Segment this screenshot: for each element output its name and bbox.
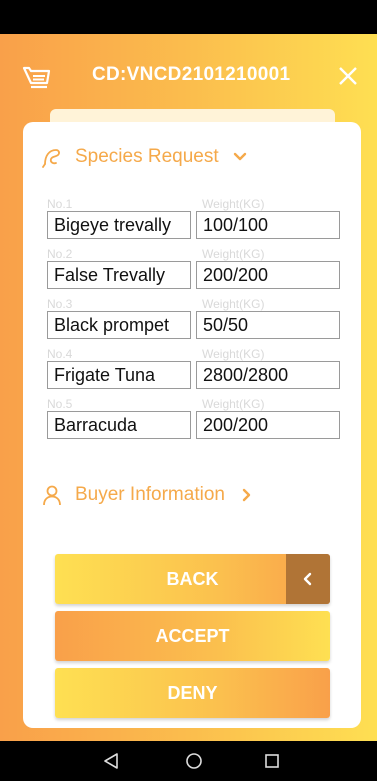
species-row: No.3 Weight(KG) Black prompet 50/50 [47, 297, 347, 343]
accept-button[interactable]: ACCEPT [55, 611, 330, 661]
chevron-left-icon[interactable] [286, 554, 330, 604]
fish-icon [42, 149, 60, 168]
species-name-field[interactable]: Bigeye trevally [47, 211, 191, 239]
row-number-label: No.4 [47, 347, 73, 361]
deny-button-label: DENY [167, 682, 218, 703]
species-weight-field[interactable]: 50/50 [196, 311, 340, 339]
person-icon [43, 485, 61, 506]
order-code-title: CD:VNCD2101210001 [92, 64, 291, 85]
back-button-label: BACK [166, 568, 219, 589]
app-screen: CD:VNCD2101210001 Species Request No.1 W… [0, 34, 377, 741]
header: CD:VNCD2101210001 [0, 34, 377, 120]
buyer-information-title: Buyer Information [75, 484, 225, 505]
species-weight-field[interactable]: 200/200 [196, 261, 340, 289]
chevron-down-icon [233, 152, 246, 161]
species-request-title: Species Request [75, 146, 219, 167]
species-row: No.1 Weight(KG) Bigeye trevally 100/100 [47, 197, 347, 243]
species-row: No.4 Weight(KG) Frigate Tuna 2800/2800 [47, 347, 347, 393]
species-weight-field[interactable]: 100/100 [196, 211, 340, 239]
species-name-field[interactable]: Black prompet [47, 311, 191, 339]
species-name-field[interactable]: False Trevally [47, 261, 191, 289]
status-bar [0, 0, 377, 34]
nav-back-icon[interactable] [102, 752, 120, 770]
close-icon[interactable] [336, 64, 360, 88]
row-number-label: No.2 [47, 247, 73, 261]
row-number-label: No.1 [47, 197, 73, 211]
weight-label: Weight(KG) [202, 397, 265, 411]
accept-button-label: ACCEPT [155, 625, 230, 646]
species-name-field[interactable]: Barracuda [47, 411, 191, 439]
nav-recents-icon[interactable] [263, 752, 281, 770]
weight-label: Weight(KG) [202, 347, 265, 361]
species-request-toggle[interactable]: Species Request [41, 146, 247, 168]
species-weight-field[interactable]: 2800/2800 [196, 361, 340, 389]
deny-button[interactable]: DENY [55, 668, 330, 718]
back-button[interactable]: BACK [55, 554, 330, 604]
chevron-right-icon [242, 488, 251, 502]
weight-label: Weight(KG) [202, 297, 265, 311]
buyer-information-toggle[interactable]: Buyer Information [41, 484, 253, 506]
nav-home-icon[interactable] [185, 752, 203, 770]
species-name-field[interactable]: Frigate Tuna [47, 361, 191, 389]
row-number-label: No.3 [47, 297, 73, 311]
species-weight-field[interactable]: 200/200 [196, 411, 340, 439]
system-nav-bar [0, 741, 377, 781]
cart-icon[interactable] [22, 65, 52, 91]
weight-label: Weight(KG) [202, 197, 265, 211]
detail-card: Species Request No.1 Weight(KG) Bigeye t… [23, 122, 361, 728]
species-row: No.2 Weight(KG) False Trevally 200/200 [47, 247, 347, 293]
weight-label: Weight(KG) [202, 247, 265, 261]
species-row: No.5 Weight(KG) Barracuda 200/200 [47, 397, 347, 443]
row-number-label: No.5 [47, 397, 73, 411]
